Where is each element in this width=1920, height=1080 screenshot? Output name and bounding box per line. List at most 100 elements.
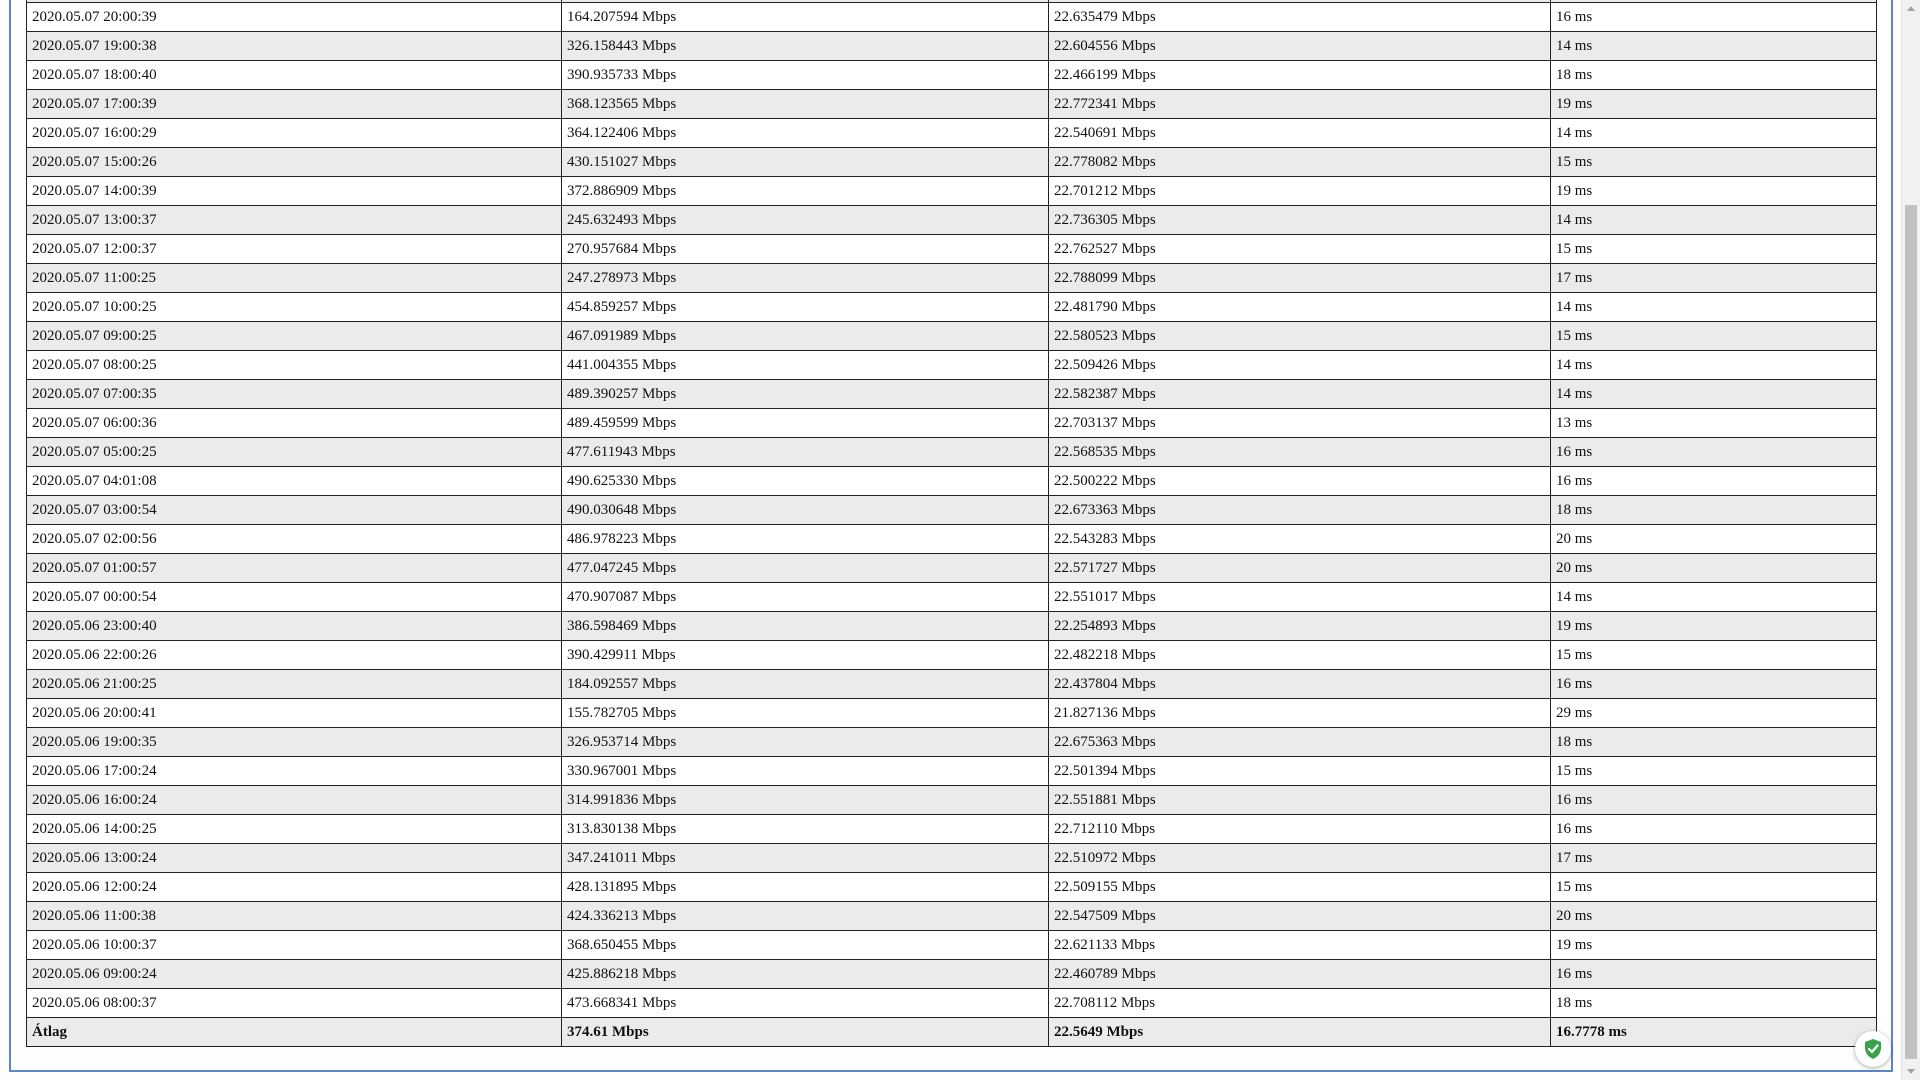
ping-cell: 18 ms [1550,60,1877,90]
upload-cell: 22.540691 Mbps [1048,118,1551,148]
date-cell: 2020.05.07 16:00:29 [26,118,562,148]
scroll-up-arrow-icon[interactable] [1902,0,1920,17]
download-cell: 364.122406 Mbps [561,118,1049,148]
download-cell: 390.935733 Mbps [561,60,1049,90]
date-cell: 2020.05.07 07:00:35 [26,379,562,409]
upload-cell: 22.501394 Mbps [1048,756,1551,786]
table-row: 2020.05.06 20:00:41 155.782705 Mbps 21.827… [26,698,1877,728]
download-cell: 247.278973 Mbps [561,263,1049,293]
vertical-scrollbar[interactable] [1901,0,1920,1080]
table-row: 2020.05.06 23:00:40 386.598469 Mbps 22.254… [26,611,1877,641]
table-row: 2020.05.07 05:00:25 477.611943 Mbps 22.568… [26,437,1877,467]
download-cell: 441.004355 Mbps [561,350,1049,380]
date-cell: 2020.05.07 09:00:25 [26,321,562,351]
ping-cell: 13 ms [1550,408,1877,438]
shield-check-icon [1865,1039,1881,1059]
upload-cell: 22.551017 Mbps [1048,582,1551,612]
ping-cell: 16 ms [1550,785,1877,815]
ping-cell: 17 ms [1550,263,1877,293]
download-cell: 326.158443 Mbps [561,31,1049,61]
ping-cell: 20 ms [1550,901,1877,931]
table-row: 2020.05.07 12:00:37 270.957684 Mbps 22.762… [26,234,1877,264]
date-cell: 2020.05.07 11:00:25 [26,263,562,293]
table-row: 2020.05.06 14:00:25 313.830138 Mbps 22.712… [26,814,1877,844]
download-cell: 155.782705 Mbps [561,698,1049,728]
scrollbar-thumb[interactable] [1905,205,1917,1059]
download-cell: 245.632493 Mbps [561,205,1049,235]
download-cell: 326.953714 Mbps [561,727,1049,757]
table-row: 2020.05.07 20:00:39 164.207594 Mbps 22.635… [26,2,1877,32]
upload-cell: 22.708112 Mbps [1048,988,1551,1018]
upload-cell: 22.712110 Mbps [1048,814,1551,844]
table-row: 2020.05.07 16:00:29 364.122406 Mbps 22.540… [26,118,1877,148]
table-row: 2020.05.07 01:00:57 477.047245 Mbps 22.571… [26,553,1877,583]
date-cell: 2020.05.07 14:00:39 [26,176,562,206]
upload-cell: 22.509426 Mbps [1048,350,1551,380]
ping-cell: 14 ms [1550,350,1877,380]
upload-cell: 22.466199 Mbps [1048,60,1551,90]
table-row: 2020.05.07 03:00:54 490.030648 Mbps 22.673… [26,495,1877,525]
download-cell: 368.123565 Mbps [561,89,1049,119]
download-cell: 430.151027 Mbps [561,147,1049,177]
date-cell: 2020.05.07 10:00:25 [26,292,562,322]
ping-cell: 16 ms [1550,437,1877,467]
ping-cell: 16 ms [1550,959,1877,989]
ping-cell: 18 ms [1550,988,1877,1018]
ping-cell: 19 ms [1550,611,1877,641]
upload-cell: 22.481790 Mbps [1048,292,1551,322]
date-cell: 2020.05.07 01:00:57 [26,553,562,583]
upload-cell: 22.736305 Mbps [1048,205,1551,235]
date-cell: 2020.05.06 11:00:38 [26,901,562,931]
date-cell: 2020.05.06 09:00:24 [26,959,562,989]
upload-cell: 22.673363 Mbps [1048,495,1551,525]
upload-cell: 22.568535 Mbps [1048,437,1551,467]
date-cell: 2020.05.06 21:00:25 [26,669,562,699]
table-row: 2020.05.07 10:00:25 454.859257 Mbps 22.481… [26,292,1877,322]
table-row: 2020.05.06 22:00:26 390.429911 Mbps 22.482… [26,640,1877,670]
ping-cell: 14 ms [1550,379,1877,409]
download-cell: 486.978223 Mbps [561,524,1049,554]
date-cell: 2020.05.07 12:00:37 [26,234,562,264]
download-cell: 313.830138 Mbps [561,814,1049,844]
date-cell: 2020.05.07 13:00:37 [26,205,562,235]
table-row: 2020.05.06 17:00:24 330.967001 Mbps 22.501… [26,756,1877,786]
download-cell: 330.967001 Mbps [561,756,1049,786]
date-cell: 2020.05.06 22:00:26 [26,640,562,670]
upload-cell: 21.827136 Mbps [1048,698,1551,728]
download-cell: 368.650455 Mbps [561,930,1049,960]
table-row: 2020.05.06 08:00:37 473.668341 Mbps 22.708… [26,988,1877,1018]
ping-cell: 14 ms [1550,205,1877,235]
upload-cell: 22.254893 Mbps [1048,611,1551,641]
ping-cell: 19 ms [1550,930,1877,960]
table-row: 2020.05.07 15:00:26 430.151027 Mbps 22.778… [26,147,1877,177]
date-cell: 2020.05.06 23:00:40 [26,611,562,641]
upload-cell: 22.635479 Mbps [1048,2,1551,32]
download-cell: 428.131895 Mbps [561,872,1049,902]
average-download: 374.61 Mbps [561,1017,1049,1047]
page-viewport: 2020.05.07 20:00:39 164.207594 Mbps 22.635… [0,0,1901,1080]
scroll-down-arrow-icon[interactable] [1902,1063,1920,1080]
download-cell: 477.047245 Mbps [561,553,1049,583]
table-row: 2020.05.06 09:00:24 425.886218 Mbps 22.460… [26,959,1877,989]
upload-cell: 22.547509 Mbps [1048,901,1551,931]
upload-cell: 22.582387 Mbps [1048,379,1551,409]
download-cell: 184.092557 Mbps [561,669,1049,699]
upload-cell: 22.543283 Mbps [1048,524,1551,554]
date-cell: 2020.05.07 08:00:25 [26,350,562,380]
shield-check-badge[interactable] [1855,1031,1891,1067]
date-cell: 2020.05.06 12:00:24 [26,872,562,902]
average-upload: 22.5649 Mbps [1048,1017,1551,1047]
table-row: 2020.05.06 19:00:35 326.953714 Mbps 22.675… [26,727,1877,757]
download-cell: 347.241011 Mbps [561,843,1049,873]
ping-cell: 15 ms [1550,147,1877,177]
date-cell: 2020.05.07 00:00:54 [26,582,562,612]
date-cell: 2020.05.07 05:00:25 [26,437,562,467]
ping-cell: 15 ms [1550,321,1877,351]
table-row: 2020.05.07 11:00:25 247.278973 Mbps 22.788… [26,263,1877,293]
download-cell: 372.886909 Mbps [561,176,1049,206]
ping-cell: 14 ms [1550,292,1877,322]
download-cell: 454.859257 Mbps [561,292,1049,322]
upload-cell: 22.788099 Mbps [1048,263,1551,293]
date-cell: 2020.05.07 20:00:39 [26,2,562,32]
ping-cell: 29 ms [1550,698,1877,728]
